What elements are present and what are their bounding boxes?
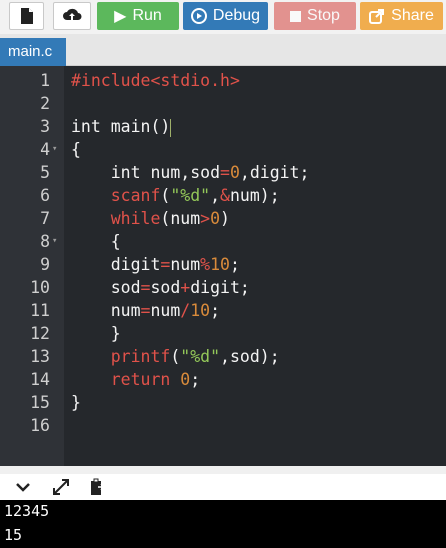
code-text: printf("%d",sod);: [110, 347, 280, 366]
code-line[interactable]: 9 digit=num%10;: [0, 253, 446, 276]
code-text: int num,sod=0,digit;: [71, 163, 310, 182]
tab-main-c[interactable]: main.c: [0, 38, 66, 66]
share-button[interactable]: Share: [360, 2, 443, 30]
debug-button[interactable]: Debug: [183, 2, 268, 30]
code-line[interactable]: 12 }: [0, 322, 446, 345]
code-text: {: [71, 232, 121, 251]
code-line[interactable]: 2: [0, 92, 446, 115]
upload-button[interactable]: [53, 2, 91, 30]
fold-arrow-icon[interactable]: ▾: [52, 138, 57, 161]
code-line[interactable]: 7 while(num>0): [0, 207, 446, 230]
line-number: 5: [40, 163, 50, 182]
console-output[interactable]: 12345 15: [0, 500, 446, 548]
stop-icon: [290, 10, 302, 22]
code-text: int main(): [71, 117, 172, 137]
code-line[interactable]: 5 int num,sod=0,digit;: [0, 161, 446, 184]
code-text: }: [71, 393, 81, 412]
code-line[interactable]: 14 return 0;: [0, 368, 446, 391]
panel-divider[interactable]: [0, 466, 446, 474]
line-number: 3: [40, 117, 50, 136]
code-text: num=num/10;: [71, 301, 221, 320]
run-label: Run: [132, 7, 162, 24]
chevron-down-icon[interactable]: [12, 477, 34, 497]
code-line[interactable]: 1 #include<stdio.h>: [0, 69, 446, 92]
line-number: 13: [30, 347, 50, 366]
play-icon: ▶: [114, 8, 127, 25]
toolbar: ▶ Run Debug Stop Share: [0, 0, 446, 34]
tab-bar: main.c: [0, 34, 446, 66]
stop-button[interactable]: Stop: [274, 2, 356, 30]
share-label: Share: [391, 7, 434, 24]
code-text: digit=num%10;: [71, 255, 240, 274]
line-number: 9: [40, 255, 50, 274]
line-number: 4: [40, 140, 50, 159]
code-text: return 0;: [110, 370, 201, 389]
line-number: 8: [40, 232, 50, 251]
code-text: scanf("%d",&num);: [110, 186, 280, 205]
code-editor[interactable]: 1 #include<stdio.h> 2 3 int main() 4 ▾{5 int n…: [0, 66, 446, 466]
copy-paste-icon[interactable]: [86, 477, 108, 497]
code-line[interactable]: 16: [0, 414, 446, 437]
run-button[interactable]: ▶ Run: [97, 2, 179, 30]
stop-label: Stop: [307, 7, 340, 24]
line-number: 11: [30, 301, 50, 320]
expand-icon[interactable]: [50, 477, 72, 497]
text-cursor: [170, 118, 172, 137]
line-number: 6: [40, 186, 50, 205]
code-line[interactable]: 11 num=num/10;: [0, 299, 446, 322]
debug-label: Debug: [212, 7, 261, 24]
code-line[interactable]: 13 printf("%d",sod);: [0, 345, 446, 368]
code-text: }: [71, 324, 121, 343]
upload-icon: [63, 8, 82, 20]
code-text: sod=sod+digit;: [71, 278, 250, 297]
console-toolbar: [0, 474, 446, 500]
line-number: 12: [30, 324, 50, 343]
debug-icon: [190, 8, 207, 24]
code-text: while(num>0): [110, 209, 230, 228]
new-file-button[interactable]: [9, 2, 44, 30]
line-number: 14: [30, 370, 50, 389]
line-number: 10: [30, 278, 50, 297]
line-number: 1: [40, 71, 50, 90]
fold-arrow-icon[interactable]: ▾: [52, 230, 57, 253]
code-line[interactable]: 6 scanf("%d",&num);: [0, 184, 446, 207]
share-icon: [369, 9, 385, 24]
line-number: 2: [40, 94, 50, 113]
code-line[interactable]: 10 sod=sod+digit;: [0, 276, 446, 299]
console-line: 12345: [4, 502, 50, 520]
code-line[interactable]: 4 ▾ {: [0, 138, 446, 161]
code-line[interactable]: 8 ▾ {: [0, 230, 446, 253]
code-line[interactable]: 3 int main(): [0, 115, 446, 138]
code-text: #include<stdio.h>: [71, 71, 240, 90]
code-text: {: [71, 140, 81, 159]
code-line[interactable]: 15}: [0, 391, 446, 414]
line-number: 7: [40, 209, 50, 228]
line-number: 16: [30, 416, 50, 435]
console-line: 15: [4, 526, 23, 544]
line-number: 15: [30, 393, 50, 412]
file-icon: [20, 8, 33, 24]
